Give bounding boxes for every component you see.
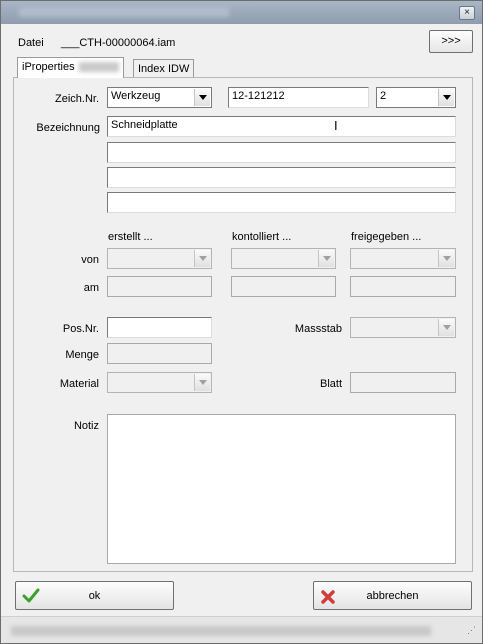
blatt-label: Blatt bbox=[319, 378, 342, 390]
ok-button[interactable]: ok bbox=[15, 581, 174, 610]
more-button[interactable]: >>> bbox=[429, 30, 473, 53]
tab-index-idw-label: Index IDW bbox=[138, 63, 190, 75]
resize-grip-icon[interactable]: ⋰ bbox=[467, 625, 476, 636]
bezeichnung-line-3[interactable] bbox=[107, 167, 456, 188]
menge-field[interactable] bbox=[107, 343, 212, 364]
tab-iproperties-label: iProperties bbox=[22, 61, 75, 73]
ok-label: ok bbox=[88, 590, 101, 602]
notiz-textarea[interactable] bbox=[107, 414, 456, 564]
massstab-select[interactable] bbox=[350, 317, 456, 338]
kontrolliert-header: kontolliert ... bbox=[232, 231, 292, 243]
freigegeben-header: freigegeben ... bbox=[351, 231, 422, 243]
cancel-label: abbrechen bbox=[366, 590, 419, 602]
chevron-down-icon[interactable] bbox=[194, 374, 210, 391]
zeich-number-input[interactable]: 12-121212 bbox=[228, 87, 369, 108]
material-select[interactable] bbox=[107, 372, 212, 393]
kontrolliert-von-select[interactable] bbox=[231, 248, 336, 269]
status-bar: ⋰ bbox=[1, 616, 482, 643]
bezeichnung-line-1[interactable]: Schneidplatte bbox=[107, 116, 456, 137]
freigegeben-von-select[interactable] bbox=[350, 248, 456, 269]
bezeichnung-line-4[interactable] bbox=[107, 192, 456, 213]
text-cursor-icon: I bbox=[334, 118, 338, 133]
chevron-down-icon[interactable] bbox=[318, 250, 334, 267]
chevron-down-icon[interactable] bbox=[438, 250, 454, 267]
file-name: ___CTH-00000064.iam bbox=[61, 37, 176, 49]
zeich-index-select[interactable]: 2 bbox=[376, 87, 456, 108]
chevron-down-icon[interactable] bbox=[438, 89, 454, 106]
zeich-type-select[interactable]: Werkzeug bbox=[107, 87, 212, 108]
datei-label: Datei bbox=[18, 37, 44, 49]
erstellt-header: erstellt ... bbox=[108, 231, 153, 243]
kontrolliert-am-field[interactable] bbox=[231, 276, 336, 297]
tab-blurred-text bbox=[78, 62, 119, 73]
dialog-window: × Datei ___CTH-00000064.iam >>> iPropert… bbox=[0, 0, 483, 644]
material-label: Material bbox=[59, 378, 99, 390]
chevron-down-icon[interactable] bbox=[194, 250, 210, 267]
menge-label: Menge bbox=[65, 349, 99, 361]
posnr-input[interactable] bbox=[107, 317, 212, 338]
massstab-label: Massstab bbox=[294, 323, 342, 335]
von-label: von bbox=[81, 254, 99, 266]
bezeichnung-label: Bezeichnung bbox=[36, 122, 100, 134]
tab-iproperties[interactable]: iProperties bbox=[17, 57, 124, 78]
status-text-blurred bbox=[11, 626, 431, 636]
chevron-down-icon[interactable] bbox=[438, 319, 454, 336]
am-label: am bbox=[83, 282, 99, 294]
close-button[interactable]: × bbox=[459, 6, 475, 20]
title-bar[interactable]: × bbox=[1, 1, 482, 24]
erstellt-von-select[interactable] bbox=[107, 248, 212, 269]
zeich-type-value: Werkzeug bbox=[111, 90, 161, 102]
erstellt-am-field[interactable] bbox=[107, 276, 212, 297]
chevron-down-icon[interactable] bbox=[194, 89, 210, 106]
tab-index-idw[interactable]: Index IDW bbox=[133, 59, 195, 78]
posnr-label: Pos.Nr. bbox=[62, 323, 99, 335]
window-title-blurred bbox=[19, 7, 229, 17]
dialog-client: Datei ___CTH-00000064.iam >>> iPropertie… bbox=[8, 26, 475, 616]
cancel-button[interactable]: abbrechen bbox=[313, 581, 472, 610]
notiz-label: Notiz bbox=[73, 420, 99, 432]
zeich-index-value: 2 bbox=[380, 90, 387, 102]
zeich-nr-label: Zeich.Nr. bbox=[54, 93, 99, 105]
blatt-field[interactable] bbox=[350, 372, 456, 393]
bezeichnung-line-2[interactable] bbox=[107, 142, 456, 163]
freigegeben-am-field[interactable] bbox=[350, 276, 456, 297]
